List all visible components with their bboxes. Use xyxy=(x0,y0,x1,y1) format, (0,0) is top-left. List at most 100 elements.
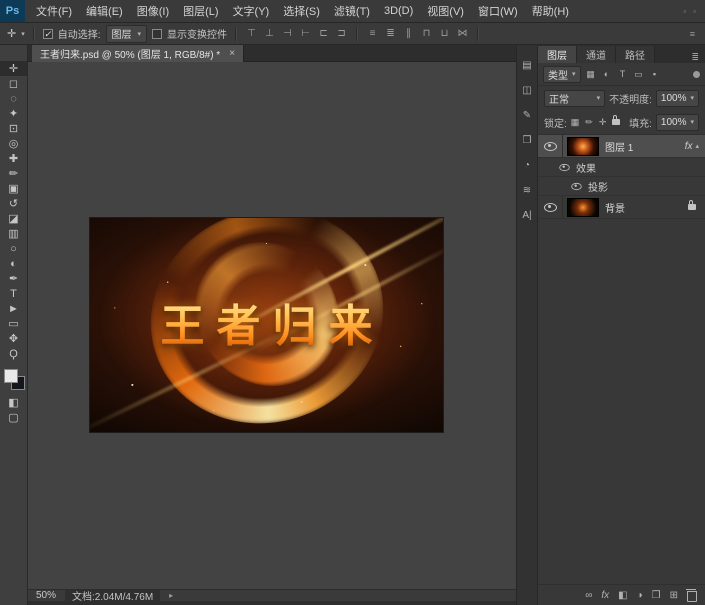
lock-position-icon[interactable]: ✛ xyxy=(599,117,607,128)
distribute-hcenter-icon[interactable]: ⊔ xyxy=(438,28,451,39)
filter-toggle[interactable] xyxy=(693,71,700,78)
quick-selection-tool[interactable]: ✦ xyxy=(0,106,27,121)
properties-panel-icon[interactable]: ≋ xyxy=(517,182,537,198)
type-tool[interactable]: T xyxy=(0,286,27,301)
brush-tool[interactable]: ✏ xyxy=(0,166,27,181)
distribute-right-icon[interactable]: ⋈ xyxy=(456,28,469,39)
layer-thumbnail[interactable] xyxy=(567,137,599,156)
menu-help[interactable]: 帮助(H) xyxy=(525,3,576,19)
menu-3d[interactable]: 3D(D) xyxy=(377,5,420,17)
menu-window[interactable]: 窗口(W) xyxy=(471,3,525,19)
adjustment-layer-icon[interactable]: ◑ xyxy=(637,590,643,601)
options-menu-icon[interactable]: ≡ xyxy=(690,29,705,39)
menu-file[interactable]: 文件(F) xyxy=(29,3,79,19)
eye-icon[interactable] xyxy=(544,142,557,151)
layer-name[interactable]: 背景 xyxy=(605,200,625,215)
auto-select-checkbox[interactable]: ✓ xyxy=(43,29,53,39)
path-selection-tool[interactable]: ► xyxy=(0,301,27,316)
eye-icon[interactable] xyxy=(544,203,557,212)
new-group-icon[interactable]: ❒ xyxy=(652,590,661,601)
tool-preset-caret-icon[interactable]: ▾ xyxy=(21,30,25,38)
eye-icon[interactable] xyxy=(571,182,581,189)
move-tool-preset-icon[interactable]: ✛ xyxy=(7,27,16,40)
menu-image[interactable]: 图像(I) xyxy=(130,3,176,19)
dodge-tool[interactable]: ◐ xyxy=(0,256,27,271)
foreground-color-swatch[interactable] xyxy=(4,369,18,383)
tab-paths[interactable]: 路径 xyxy=(616,46,655,63)
lock-all-icon[interactable] xyxy=(612,119,620,125)
layer-thumbnail[interactable] xyxy=(567,198,599,217)
window-controls[interactable]: ▫ ▫ xyxy=(683,7,705,16)
distribute-vcenter-icon[interactable]: ≣ xyxy=(384,28,397,39)
filter-shape-icon[interactable]: ▭ xyxy=(633,69,645,80)
blur-tool[interactable]: ○ xyxy=(0,241,27,256)
visibility-cell[interactable] xyxy=(538,135,563,157)
status-options-arrow-icon[interactable]: ▸ xyxy=(169,591,173,600)
align-top-icon[interactable]: ⊤ xyxy=(245,28,258,39)
fill-field[interactable]: 100% ▾ xyxy=(656,114,699,131)
quick-mask-button[interactable]: ◧ xyxy=(0,395,27,410)
visibility-cell[interactable] xyxy=(538,163,576,172)
delete-layer-icon[interactable] xyxy=(687,591,697,602)
new-layer-icon[interactable]: ⊞ xyxy=(670,590,678,601)
fx-collapse-icon[interactable]: ▴ xyxy=(695,142,705,150)
gradient-tool[interactable]: ▥ xyxy=(0,226,27,241)
menu-layer[interactable]: 图层(L) xyxy=(176,3,225,19)
effects-row[interactable]: 效果 xyxy=(538,158,705,177)
effects-label[interactable]: 效果 xyxy=(576,160,596,175)
distribute-top-icon[interactable]: ≡ xyxy=(366,28,379,39)
color-swatches[interactable] xyxy=(0,367,27,395)
drop-shadow-row[interactable]: 投影 xyxy=(538,177,705,196)
visibility-cell[interactable] xyxy=(538,182,588,191)
styles-panel-icon[interactable]: ❒ xyxy=(517,132,537,148)
kind-filter-dropdown[interactable]: 类型 ▾ xyxy=(543,66,581,83)
filter-type-icon[interactable]: T xyxy=(617,69,629,79)
healing-brush-tool[interactable]: ✚ xyxy=(0,151,27,166)
zoom-level-field[interactable]: 50% xyxy=(36,590,56,601)
layer-row-background[interactable]: 背景 xyxy=(538,196,705,219)
menu-filter[interactable]: 滤镜(T) xyxy=(327,3,377,19)
character-panel-icon[interactable]: A| xyxy=(517,207,537,223)
restore-icon[interactable]: ▫ xyxy=(693,7,696,16)
align-bottom-icon[interactable]: ⊥ xyxy=(263,28,276,39)
pen-tool[interactable]: ✒ xyxy=(0,271,27,286)
swatches-panel-icon[interactable]: ◫ xyxy=(517,82,537,98)
menu-select[interactable]: 选择(S) xyxy=(276,3,327,19)
marquee-tool[interactable]: ◻ xyxy=(0,76,27,91)
fx-badge[interactable]: fx xyxy=(685,141,696,152)
link-layers-icon[interactable]: ∞ xyxy=(585,590,592,601)
eyedropper-tool[interactable]: ◎ xyxy=(0,136,27,151)
filter-adjustment-icon[interactable]: ◐ xyxy=(601,69,613,79)
history-brush-tool[interactable]: ↺ xyxy=(0,196,27,211)
eye-icon[interactable] xyxy=(559,163,569,170)
zoom-tool[interactable]: Ϙ xyxy=(0,346,27,361)
lock-pixels-icon[interactable]: ✏ xyxy=(585,117,593,128)
document-tab[interactable]: 王者归来.psd @ 50% (图层 1, RGB/8#) * × xyxy=(32,45,244,62)
document-canvas[interactable]: 王者归来 xyxy=(90,218,443,432)
visibility-cell[interactable] xyxy=(538,196,563,218)
close-icon[interactable]: × xyxy=(229,48,235,59)
history-panel-icon[interactable]: ◔ xyxy=(517,157,537,173)
lasso-tool[interactable]: ◌ xyxy=(0,91,27,106)
align-right-icon[interactable]: ⊢ xyxy=(299,28,312,39)
shape-tool[interactable]: ▭ xyxy=(0,316,27,331)
align-left-icon[interactable]: ⊣ xyxy=(281,28,294,39)
move-tool[interactable]: ✛ xyxy=(0,61,27,76)
menu-type[interactable]: 文字(Y) xyxy=(226,3,277,19)
crop-tool[interactable]: ⊡ xyxy=(0,121,27,136)
distribute-left-icon[interactable]: ⊓ xyxy=(420,28,433,39)
filter-smartobject-icon[interactable]: ▪ xyxy=(649,69,661,79)
hand-tool[interactable]: ✥ xyxy=(0,331,27,346)
auto-select-dropdown[interactable]: 图层 ▾ xyxy=(106,25,148,43)
clone-stamp-tool[interactable]: ▣ xyxy=(0,181,27,196)
distribute-bottom-icon[interactable]: ∥ xyxy=(402,28,415,39)
layer-style-icon[interactable]: fx xyxy=(601,590,609,601)
menu-view[interactable]: 视图(V) xyxy=(420,3,471,19)
menu-edit[interactable]: 编辑(E) xyxy=(79,3,130,19)
minimize-icon[interactable]: ▫ xyxy=(683,7,686,16)
filter-pixel-icon[interactable]: ▦ xyxy=(585,69,597,80)
layer-mask-icon[interactable]: ◧ xyxy=(618,590,627,601)
align-hcenter-icon[interactable]: ⊏ xyxy=(317,28,330,39)
adjustments-panel-icon[interactable]: ✎ xyxy=(517,107,537,123)
drop-shadow-label[interactable]: 投影 xyxy=(588,179,608,194)
